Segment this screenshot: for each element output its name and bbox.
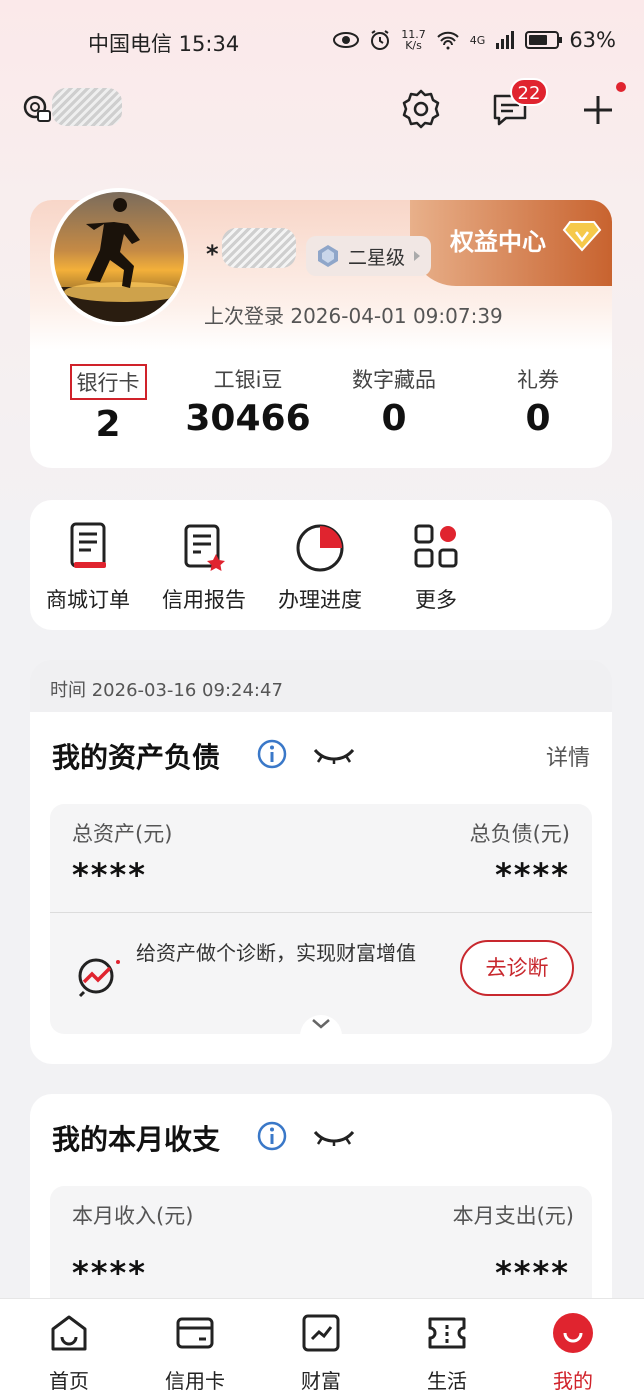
net-type: 4G — [469, 33, 486, 47]
signal-icon — [496, 31, 515, 49]
nav-label: 首页 — [49, 1369, 89, 1393]
me-icon — [553, 1313, 593, 1353]
nav-credit-card[interactable]: 信用卡 — [140, 1311, 250, 1394]
stat-label: 数字藏品 — [352, 368, 436, 392]
chevron-right-icon — [414, 251, 421, 261]
stat-coupons[interactable]: 礼券 0 — [490, 364, 586, 439]
battery-icon — [525, 31, 563, 49]
diagnose-button[interactable]: 去诊断 — [460, 940, 574, 996]
stat-value: 0 — [381, 398, 407, 439]
diamond-icon — [562, 221, 602, 252]
shortcut-more[interactable]: 更多 — [378, 518, 494, 614]
status-indicators: 11.7 K/s 4G 63% — [333, 28, 616, 52]
alarm-icon — [371, 30, 390, 50]
gear-icon[interactable] — [400, 88, 442, 130]
stats-row: 银行卡 2 工银i豆 30466 数字藏品 0 礼券 0 — [30, 364, 612, 454]
shortcut-label: 办理进度 — [278, 588, 362, 612]
diagnosis-chart-icon — [78, 958, 120, 998]
income-card-title: 我的本月收支 — [52, 1123, 221, 1156]
stat-icbc-beans[interactable]: 工银i豆 30466 — [180, 364, 316, 439]
message-badge: 22 — [510, 78, 548, 106]
wifi-icon — [437, 31, 459, 50]
name-blurred — [222, 228, 296, 268]
total-liabilities-value: **** — [495, 856, 570, 894]
monthly-income-label: 本月收入(元) — [72, 1204, 194, 1228]
credit-card-icon — [176, 1317, 214, 1349]
progress-icon — [296, 524, 344, 572]
divider — [50, 912, 592, 913]
avatar[interactable] — [50, 188, 188, 326]
stat-bank-cards[interactable]: 银行卡 2 — [58, 364, 158, 445]
stat-value: 0 — [525, 398, 551, 439]
level-label: 二星级 — [348, 246, 406, 269]
asset-card-title: 我的资产负债 — [52, 741, 221, 774]
detail-link[interactable]: 详情 — [546, 740, 590, 772]
asset-summary-panel: 总资产(元) **** 总负债(元) **** 给资产做个诊断，实现财富增值 去… — [50, 804, 592, 1036]
shortcut-mall-orders[interactable]: 商城订单 — [30, 518, 146, 614]
notification-dot — [616, 82, 626, 92]
rights-center-button[interactable]: 权益中心 — [410, 200, 612, 286]
eye-closed-icon[interactable] — [312, 1126, 356, 1148]
more-grid-icon — [414, 524, 458, 568]
header: 22 — [0, 78, 644, 138]
battery-percent: 63% — [569, 28, 616, 52]
net-speed: 11.7 K/s — [401, 28, 426, 52]
diagnosis-text: 给资产做个诊断，实现财富增值 — [136, 941, 416, 965]
scan-icon[interactable] — [22, 94, 52, 124]
wealth-icon — [302, 1314, 340, 1352]
total-liabilities-label: 总负债(元) — [469, 822, 570, 846]
rights-center-label: 权益中心 — [450, 228, 546, 256]
shortcuts-panel: 商城订单 信用报告 办理进度 更多 — [30, 500, 612, 630]
level-badge[interactable]: 二星级 — [306, 236, 432, 276]
info-icon[interactable] — [256, 738, 288, 770]
nav-label: 信用卡 — [165, 1369, 225, 1393]
stat-label: 工银i豆 — [213, 368, 283, 392]
carrier-time: 中国电信 15:34 — [88, 32, 240, 56]
home-icon — [51, 1315, 87, 1351]
nav-wealth[interactable]: 财富 — [266, 1311, 376, 1394]
total-assets-value: **** — [72, 856, 147, 894]
asset-liability-card: 我的资产负债 详情 总资产(元) **** 总负债(元) **** 给资产做个诊… — [30, 712, 612, 1064]
plus-icon[interactable] — [580, 92, 616, 128]
monthly-expense-value: **** — [495, 1254, 570, 1292]
life-ticket-icon — [428, 1317, 466, 1349]
nav-home[interactable]: 首页 — [14, 1311, 124, 1394]
stat-label: 银行卡 — [69, 364, 147, 400]
stat-label: 礼券 — [517, 368, 559, 392]
stat-value: 2 — [95, 404, 121, 445]
monthly-income-value: **** — [72, 1254, 147, 1292]
nav-label: 我的 — [553, 1369, 593, 1393]
chevron-down-icon[interactable] — [300, 1006, 342, 1036]
order-icon — [70, 522, 106, 568]
shortcut-label: 更多 — [415, 588, 457, 612]
asset-timestamp: 时间 2026-03-16 09:24:47 — [30, 660, 612, 712]
nav-me[interactable]: 我的 — [518, 1311, 628, 1394]
monthly-expense-label: 本月支出(元) — [452, 1204, 574, 1228]
name-prefix: * — [206, 240, 219, 268]
username-blurred — [52, 88, 122, 126]
stat-value: 30466 — [185, 398, 311, 439]
bottom-nav: 首页 信用卡 财富 生活 我的 — [0, 1298, 644, 1394]
last-login: 上次登录 2026-04-01 09:07:39 — [204, 304, 503, 328]
info-icon[interactable] — [256, 1120, 288, 1152]
nav-life[interactable]: 生活 — [392, 1311, 502, 1394]
total-assets-label: 总资产(元) — [72, 822, 173, 846]
nav-label: 财富 — [301, 1369, 341, 1393]
hexagon-level-icon — [318, 245, 338, 267]
shortcut-label: 信用报告 — [162, 588, 246, 612]
shortcut-credit-report[interactable]: 信用报告 — [146, 518, 262, 614]
stat-digital-collectibles[interactable]: 数字藏品 0 — [334, 364, 454, 439]
nav-label: 生活 — [427, 1369, 467, 1393]
shortcut-label: 商城订单 — [46, 588, 130, 612]
shortcut-progress[interactable]: 办理进度 — [262, 518, 378, 614]
credit-report-icon — [184, 524, 225, 571]
eye-status-icon — [333, 32, 360, 48]
eye-closed-icon[interactable] — [312, 744, 356, 766]
status-bar: 中国电信 15:34 11.7 K/s 4G 63% — [0, 22, 644, 62]
